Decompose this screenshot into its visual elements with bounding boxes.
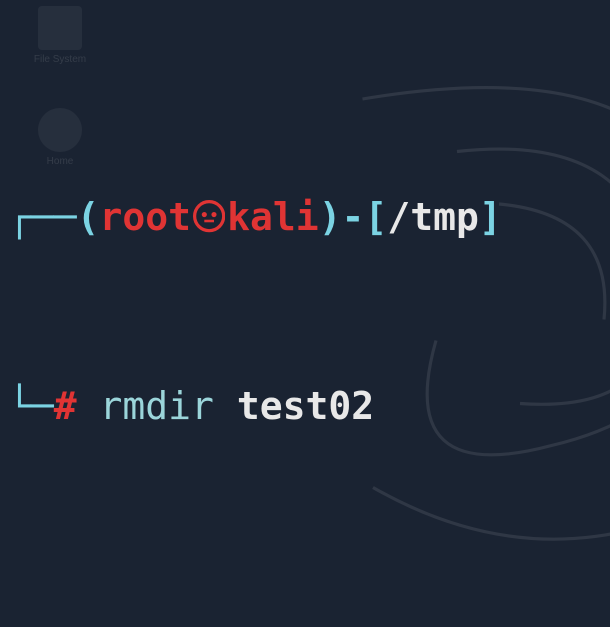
- blank-line: [8, 571, 610, 627]
- prompt-cwd: /tmp: [387, 195, 479, 239]
- command-line[interactable]: └─# rmdir test02: [8, 383, 610, 430]
- prompt-host: kali: [227, 195, 319, 239]
- prompt-user: root: [100, 195, 192, 239]
- prompt-line-top: ┌──(rootkali)-[/tmp]: [8, 194, 610, 241]
- command-arg: test02: [237, 384, 374, 428]
- kali-skull-icon: [193, 200, 225, 232]
- prompt-hash: #: [54, 384, 77, 428]
- terminal[interactable]: ┌──(rootkali)-[/tmp] └─# rmdir test02 ┌─…: [8, 6, 610, 627]
- command-rmdir: rmdir: [100, 384, 214, 428]
